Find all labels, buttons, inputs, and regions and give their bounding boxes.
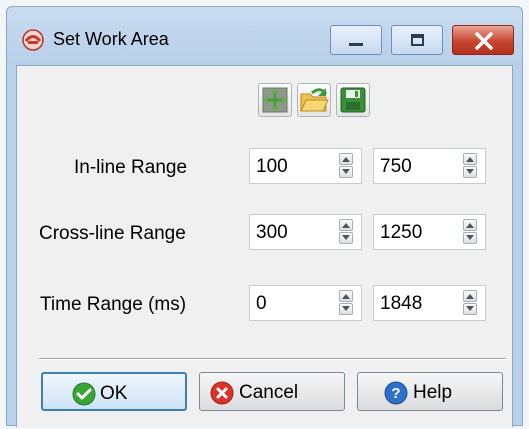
help-icon: ?: [384, 381, 408, 405]
save-button[interactable]: [336, 83, 370, 117]
spin-up-button[interactable]: [339, 290, 353, 302]
inline-from-spinner[interactable]: 100: [249, 148, 362, 184]
open-folder-icon: [300, 88, 329, 112]
cancel-label: Cancel: [239, 382, 299, 403]
chevron-down-icon: [466, 169, 474, 174]
app-icon: [22, 29, 44, 51]
crossline-to-spinner[interactable]: 1250: [373, 214, 486, 250]
close-icon: [475, 32, 493, 50]
time-to-spinner[interactable]: 1848: [373, 285, 486, 321]
chevron-up-icon: [466, 223, 474, 228]
maximize-icon: [411, 34, 424, 46]
cancel-button[interactable]: Cancel: [199, 372, 345, 411]
window-title: Set Work Area: [53, 29, 169, 49]
open-folder-button[interactable]: [297, 83, 331, 117]
inline-to-spinner[interactable]: 750: [373, 148, 486, 184]
time-range-label: Time Range (ms): [40, 294, 187, 315]
dialog-body: In-line Range 100 750 Cross-line Range 3…: [16, 65, 513, 427]
close-button[interactable]: [452, 25, 514, 55]
spin-down-button[interactable]: [463, 232, 477, 244]
svg-text:?: ?: [391, 385, 400, 402]
spin-up-button[interactable]: [463, 219, 477, 231]
spin-up-button[interactable]: [339, 219, 353, 231]
time-to-value[interactable]: 1848: [380, 293, 422, 315]
time-from-spinner[interactable]: 0: [249, 285, 362, 321]
spin-up-button[interactable]: [463, 290, 477, 302]
inline-to-value[interactable]: 750: [380, 156, 412, 178]
maximize-button[interactable]: [391, 25, 443, 55]
chevron-down-icon: [342, 169, 350, 174]
help-button[interactable]: ? Help: [357, 372, 503, 411]
chevron-up-icon: [466, 294, 474, 299]
save-icon: [340, 87, 366, 113]
chevron-up-icon: [342, 157, 350, 162]
chevron-down-icon: [466, 306, 474, 311]
inline-range-label: In-line Range: [74, 157, 188, 178]
spin-down-button[interactable]: [463, 303, 477, 315]
chevron-down-icon: [466, 235, 474, 240]
dialog-window: Set Work Area In-line Range 100 750 Cros…: [6, 6, 523, 427]
spin-down-button[interactable]: [339, 232, 353, 244]
checkmark-icon: [72, 382, 96, 406]
cancel-icon: [210, 381, 234, 405]
spin-down-button[interactable]: [463, 166, 477, 178]
ok-button[interactable]: OK: [41, 372, 187, 411]
chevron-up-icon: [342, 223, 350, 228]
spin-down-button[interactable]: [339, 303, 353, 315]
time-from-value[interactable]: 0: [256, 293, 267, 315]
spin-up-button[interactable]: [463, 153, 477, 165]
help-label: Help: [413, 382, 453, 403]
title-bar[interactable]: Set Work Area: [7, 7, 522, 65]
crossline-to-value[interactable]: 1250: [380, 222, 422, 244]
chevron-down-icon: [342, 235, 350, 240]
divider: [39, 358, 506, 360]
ok-label: OK: [100, 383, 128, 404]
crossline-range-label: Cross-line Range: [39, 223, 186, 244]
spin-up-button[interactable]: [339, 153, 353, 165]
reset-area-icon: [262, 87, 288, 113]
spin-down-button[interactable]: [339, 166, 353, 178]
minimize-icon: [349, 43, 363, 46]
crossline-from-value[interactable]: 300: [256, 222, 288, 244]
inline-from-value[interactable]: 100: [256, 156, 288, 178]
crossline-from-spinner[interactable]: 300: [249, 214, 362, 250]
reset-area-button[interactable]: [258, 83, 292, 117]
chevron-up-icon: [342, 294, 350, 299]
chevron-down-icon: [342, 306, 350, 311]
chevron-up-icon: [466, 157, 474, 162]
minimize-button[interactable]: [330, 25, 382, 55]
